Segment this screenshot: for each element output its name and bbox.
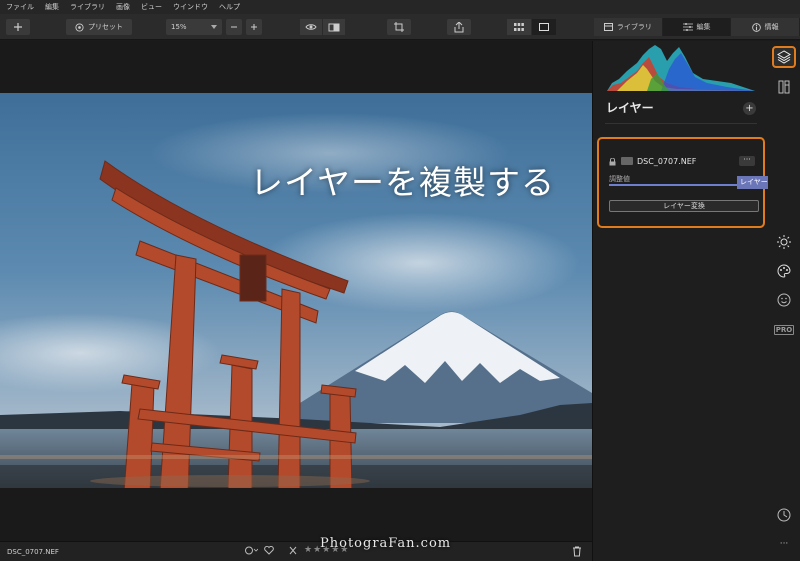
- compare-button[interactable]: [323, 19, 345, 35]
- preview-toggle-button[interactable]: [300, 19, 322, 35]
- panel-divider: [605, 123, 757, 124]
- eye-icon: [305, 24, 317, 30]
- tab-edit-label: 編集: [696, 23, 711, 31]
- layers-title: レイヤー: [606, 101, 654, 115]
- crop-icon: [394, 22, 404, 32]
- rail-layers-button[interactable]: [772, 46, 796, 68]
- menu-help[interactable]: ヘルプ: [219, 2, 240, 12]
- image-canvas[interactable]: レイヤーを複製する: [0, 41, 592, 541]
- grid-icon: [514, 23, 524, 31]
- view-mode-group: [300, 19, 345, 35]
- rail-portrait-button[interactable]: [772, 289, 796, 311]
- info-icon: [751, 22, 761, 32]
- more-icon[interactable]: ···: [772, 533, 796, 555]
- color-label-icon[interactable]: [244, 546, 258, 555]
- photo-torii-fuji: [0, 93, 592, 488]
- right-panel: レイヤー + DSC_0707.NEF ··· 調整値 レイヤー変換 レイヤーを…: [592, 41, 769, 561]
- layout-group: [507, 19, 556, 35]
- crop-button[interactable]: [387, 19, 411, 35]
- pro-icon: PRO: [773, 325, 795, 335]
- menu-view[interactable]: ビュー: [141, 2, 162, 12]
- share-icon: [454, 21, 464, 32]
- single-view-button[interactable]: [532, 19, 556, 35]
- presets-label: プリセット: [88, 23, 123, 31]
- menu-file[interactable]: ファイル: [6, 2, 34, 12]
- layer-name: DSC_0707.NEF: [637, 157, 697, 166]
- tab-library[interactable]: ライブラリ: [594, 18, 663, 36]
- trash-icon[interactable]: [572, 546, 582, 557]
- zoom-out-button[interactable]: [226, 19, 242, 35]
- layer-opacity-slider[interactable]: [609, 184, 756, 186]
- sliders-icon: [682, 23, 693, 31]
- grid-view-button[interactable]: [507, 19, 531, 35]
- plus-icon: [14, 23, 22, 31]
- layer-thumbnail: [621, 157, 633, 165]
- heart-icon[interactable]: [264, 545, 274, 555]
- rail-pro-button[interactable]: PRO: [772, 319, 796, 341]
- rail-history-button[interactable]: [772, 504, 796, 526]
- layer-more-button[interactable]: ···: [739, 156, 755, 166]
- library-icon: [603, 23, 613, 31]
- status-bar: DSC_0707.NEF ★★★★★: [0, 541, 592, 561]
- tool-rail: PRO ···: [768, 41, 800, 561]
- essentials-sun-icon: [777, 235, 791, 249]
- tab-info-label: 情報: [764, 23, 779, 31]
- status-filename: DSC_0707.NEF: [7, 548, 59, 556]
- histogram: [607, 45, 755, 91]
- tab-edit[interactable]: 編集: [662, 18, 732, 36]
- layers-icon: [777, 50, 791, 64]
- tab-info[interactable]: 情報: [731, 18, 800, 36]
- history-clock-icon: [777, 508, 791, 522]
- presets-icon: [75, 22, 84, 32]
- zoom-select[interactable]: 15%: [166, 19, 222, 35]
- tab-library-label: ライブラリ: [616, 23, 652, 31]
- rail-essentials-button[interactable]: [772, 231, 796, 253]
- reject-icon[interactable]: [288, 546, 298, 555]
- rail-canvas-button[interactable]: [772, 76, 796, 98]
- share-button[interactable]: [447, 19, 471, 35]
- layer-opacity-label: 調整値: [609, 175, 630, 183]
- watermark: PhotograFan.com: [320, 536, 452, 551]
- menu-edit[interactable]: 編集: [45, 2, 59, 12]
- convert-layer-button[interactable]: レイヤー変換: [609, 200, 759, 212]
- menu-image[interactable]: 画像: [116, 2, 130, 12]
- portrait-face-icon: [777, 293, 791, 307]
- presets-button[interactable]: プリセット: [66, 19, 132, 35]
- zoom-value: 15%: [171, 23, 187, 31]
- duplicate-layer-tooltip[interactable]: レイヤーを複製: [737, 176, 769, 189]
- add-layer-button[interactable]: +: [743, 102, 756, 115]
- minus-icon: [231, 26, 237, 28]
- menu-library[interactable]: ライブラリ: [70, 2, 105, 12]
- photo-preview: [0, 93, 592, 488]
- crop-info-icon: [778, 80, 790, 94]
- zoom-in-button[interactable]: [246, 19, 262, 35]
- menu-bar: ファイル 編集 ライブラリ 画像 ビュー ウインドウ ヘルプ: [0, 0, 800, 14]
- single-image-icon: [539, 23, 549, 31]
- plus-icon: [251, 24, 257, 30]
- menu-window[interactable]: ウインドウ: [173, 2, 208, 12]
- toolbar: プリセット 15% ライブラリ 編集 情報: [0, 14, 800, 40]
- mode-tabs: ライブラリ 編集 情報: [594, 18, 800, 36]
- lock-icon[interactable]: [609, 158, 616, 166]
- creative-palette-icon: [777, 264, 791, 278]
- compare-icon: [328, 23, 340, 31]
- rail-creative-button[interactable]: [772, 260, 796, 282]
- add-button[interactable]: [6, 19, 30, 35]
- chevron-down-icon: [211, 25, 217, 29]
- annotation-caption: レイヤーを複製する: [250, 163, 556, 202]
